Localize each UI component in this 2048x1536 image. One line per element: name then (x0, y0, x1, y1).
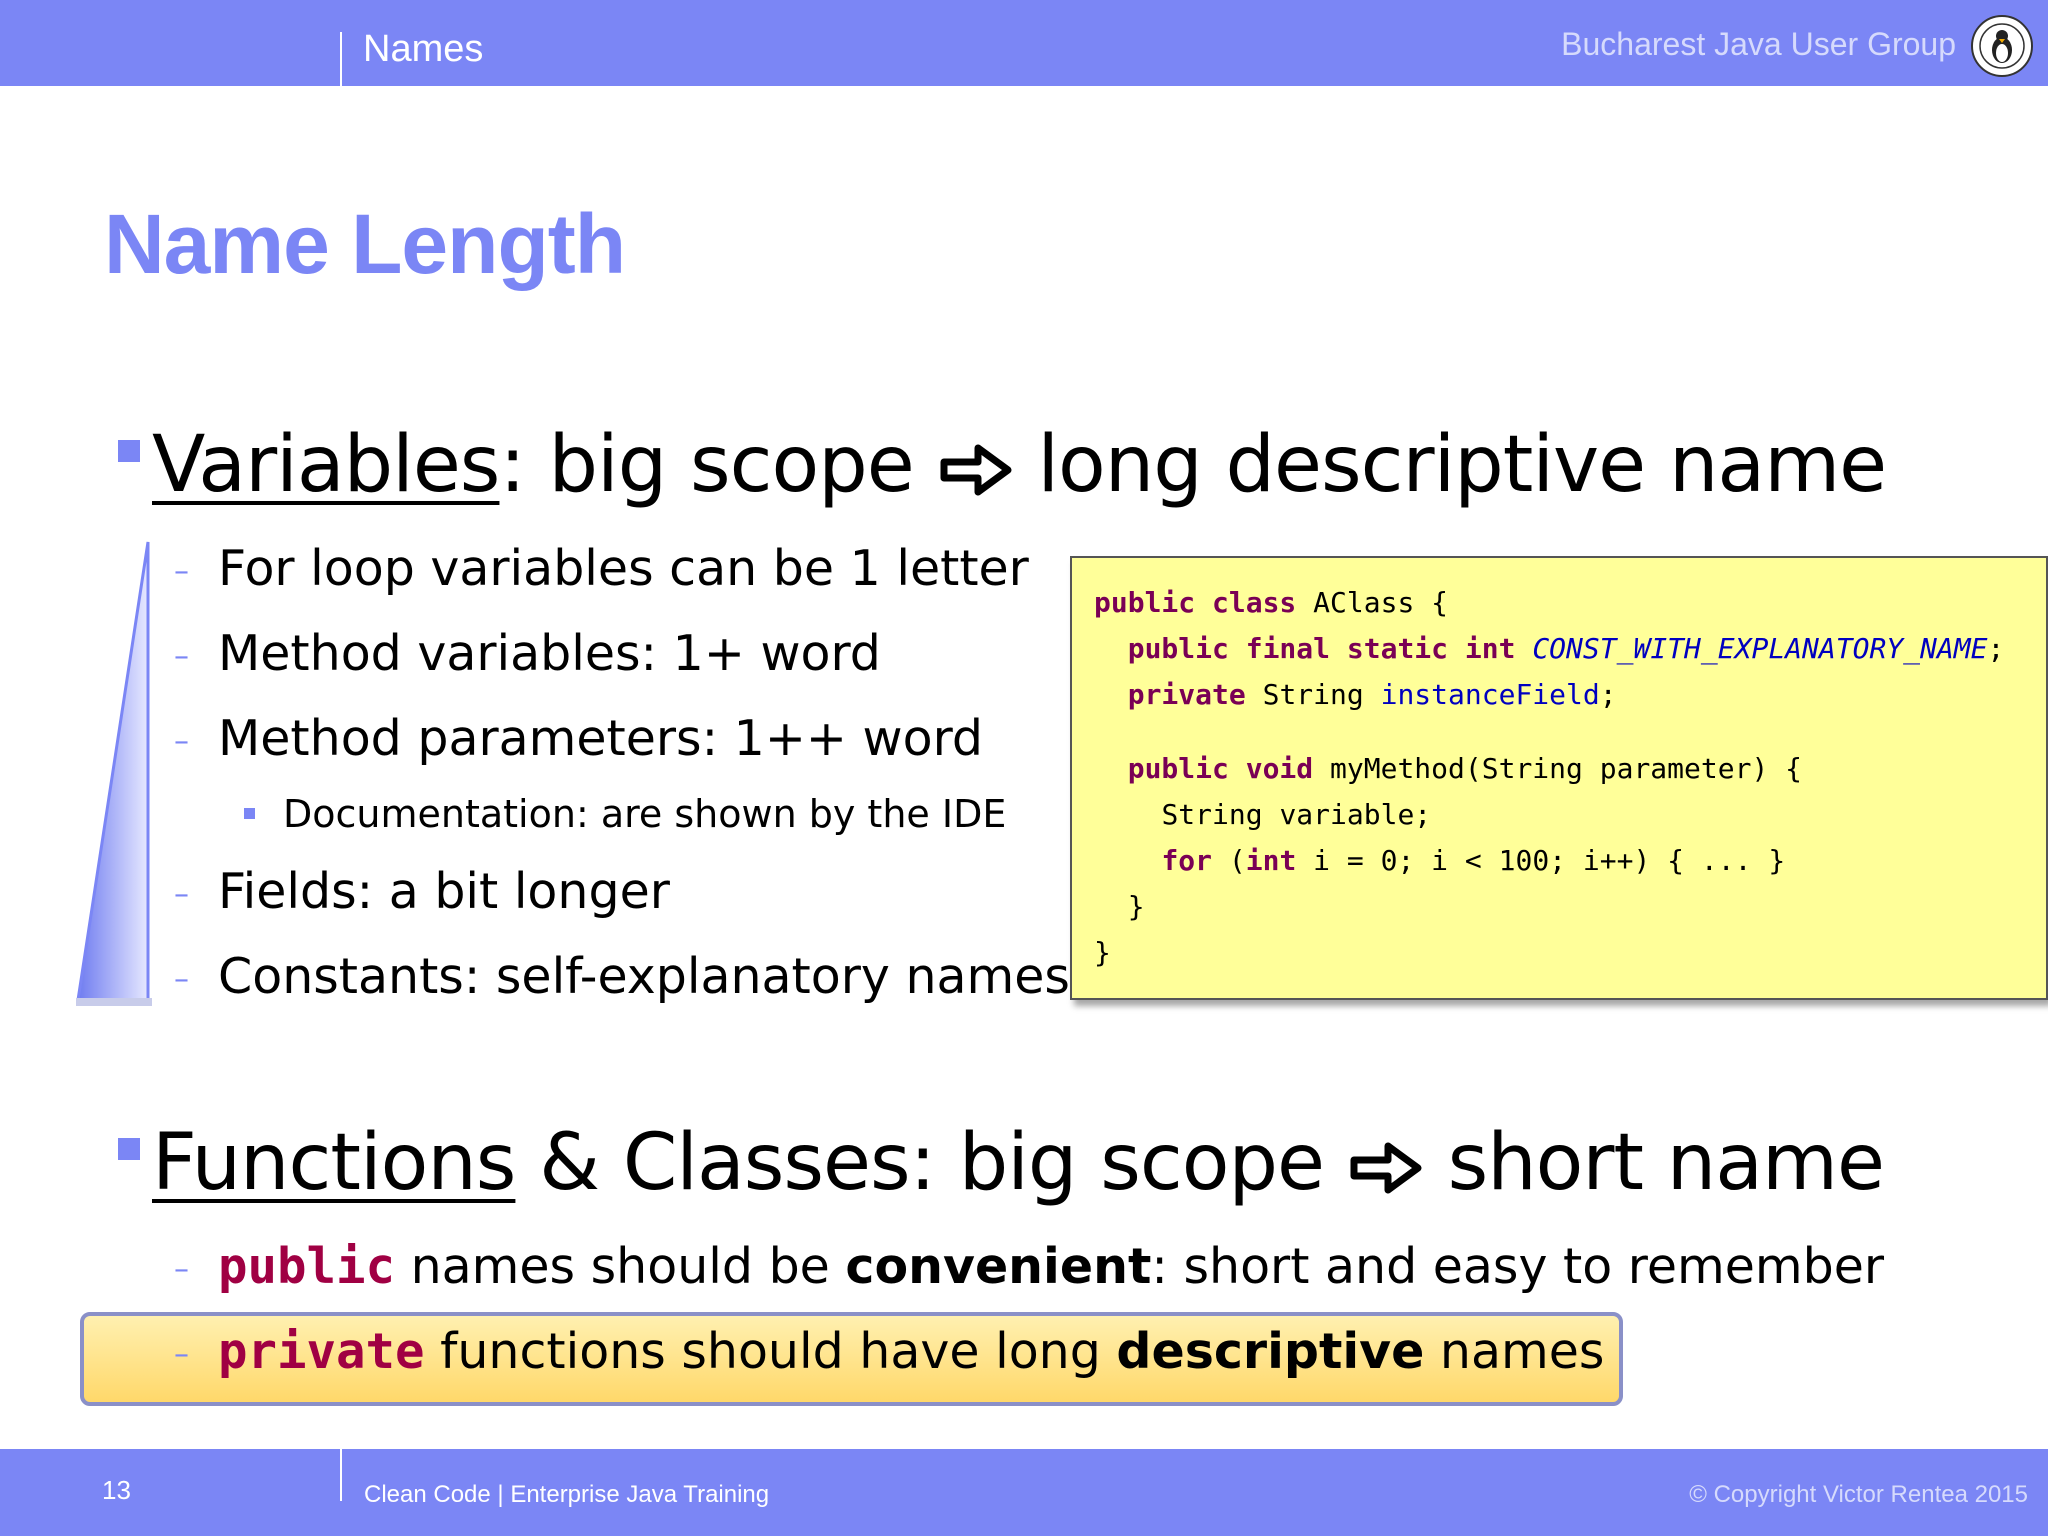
list-item: – Constants: self-explanatory names (174, 948, 1070, 1005)
private-keyword: private (218, 1323, 425, 1380)
functions-heading-text: & Classes: big scope (515, 1118, 1325, 1208)
list-item: – public names should be convenient: shor… (174, 1238, 1885, 1295)
public-keyword: public (218, 1238, 396, 1295)
code-line: String variable; (1161, 798, 1432, 831)
list-item: – For loop variables can be 1 letter (174, 540, 1029, 597)
length-wedge-graphic (76, 541, 152, 1006)
dash-bullet: – (174, 639, 189, 674)
list-item-text: Method variables: 1+ word (218, 625, 881, 682)
dash-bullet: – (174, 877, 189, 912)
code-line: for (int i = 0; i < 100; i++) { ... } (1161, 844, 1786, 877)
jug-penguin-logo-icon (1971, 15, 2033, 77)
code-sample: public class AClass { public final stati… (1094, 580, 2004, 976)
variables-heading: Variables: big scope long descriptive na… (118, 420, 1887, 510)
code-line: public final static int CONST_WITH_EXPLA… (1127, 632, 2005, 665)
code-line: public class AClass { (1094, 586, 1449, 619)
bullet-square (118, 1138, 140, 1160)
sub-list-item-text: Documentation: are shown by the IDE (283, 792, 1007, 836)
bullet-square (118, 440, 140, 462)
section-title: Names (363, 28, 484, 70)
dash-bullet: – (174, 1252, 189, 1287)
copyright: © Copyright Victor Rentea 2015 (1689, 1481, 2028, 1508)
code-line: public void myMethod(String parameter) { (1127, 752, 1803, 785)
functions-heading-result: short name (1447, 1118, 1885, 1208)
list-item: – Fields: a bit longer (174, 863, 670, 920)
dash-bullet: – (174, 962, 189, 997)
bullet-square (244, 808, 255, 819)
list-item-text: Method parameters: 1++ word (218, 710, 983, 767)
sub-list-item: Documentation: are shown by the IDE (244, 792, 1006, 836)
variables-heading-text: : big scope (499, 420, 914, 510)
list-item-text: Fields: a bit longer (218, 863, 670, 920)
code-line: } (1127, 890, 1145, 923)
dash-bullet: – (174, 724, 189, 759)
right-arrow-icon (1350, 1142, 1422, 1194)
list-item-text: For loop variables can be 1 letter (218, 540, 1029, 597)
header-divider (340, 32, 342, 86)
list-item: – Method parameters: 1++ word (174, 710, 983, 767)
footer-bar: 13 Clean Code | Enterprise Java Training… (0, 1449, 2048, 1536)
dash-bullet: – (174, 1337, 189, 1372)
list-item-text: Constants: self-explanatory names (218, 948, 1070, 1005)
functions-heading: Functions & Classes: big scope short nam… (118, 1118, 1885, 1208)
variables-heading-result: long descriptive name (1037, 420, 1887, 510)
code-sample-box: public class AClass { public final stati… (1070, 556, 2048, 1000)
list-item: – Method variables: 1+ word (174, 625, 881, 682)
list-item: – private functions should have long desc… (174, 1323, 1605, 1380)
right-arrow-icon (940, 444, 1012, 496)
dash-bullet: – (174, 554, 189, 589)
footer-divider (340, 1449, 342, 1501)
slide-title: Name Length (104, 197, 626, 291)
header-bar: Names Bucharest Java User Group (0, 0, 2048, 86)
variables-heading-keyword: Variables (152, 420, 500, 510)
functions-heading-keyword: Functions (152, 1118, 516, 1208)
code-line: } (1094, 936, 1111, 969)
page-number: 13 (102, 1475, 131, 1505)
organization-name: Bucharest Java User Group (1561, 26, 1956, 62)
code-line: private String instanceField; (1127, 678, 1617, 711)
course-title: Clean Code | Enterprise Java Training (364, 1481, 770, 1508)
